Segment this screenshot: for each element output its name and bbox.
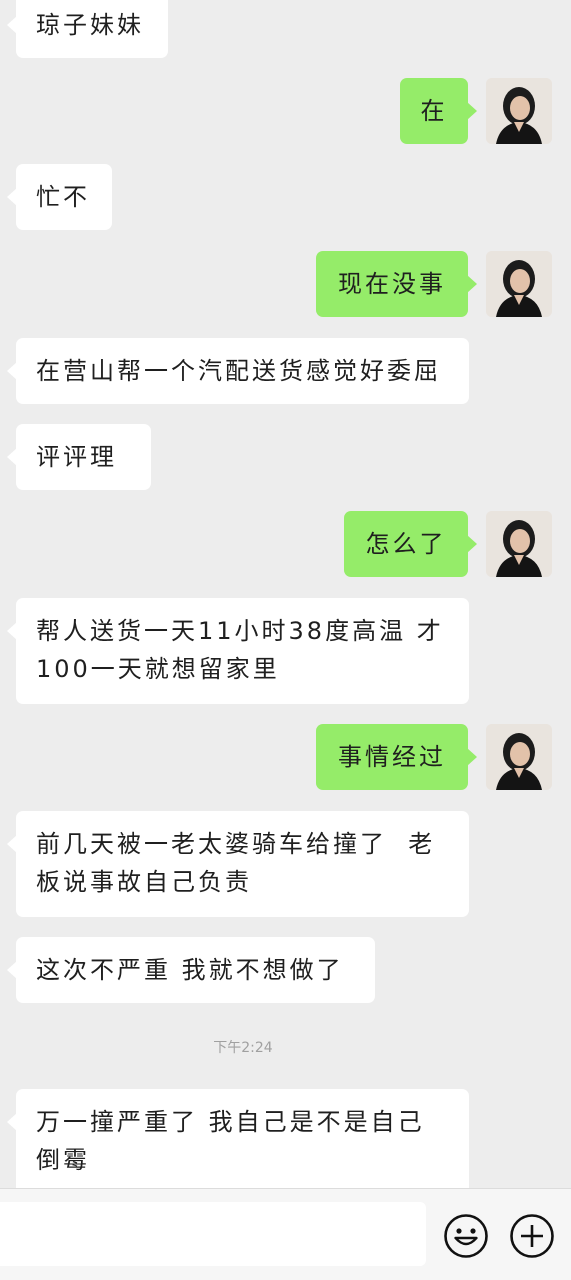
message-text: 万一撞严重了 我自己是不是自己 倒霉 bbox=[36, 1108, 425, 1174]
outgoing-message-bubble[interactable]: 在 bbox=[400, 78, 477, 144]
user-avatar[interactable] bbox=[486, 251, 552, 317]
user-avatar[interactable] bbox=[486, 511, 552, 577]
outgoing-message-bubble[interactable]: 怎么了 bbox=[344, 511, 477, 577]
message-text: 事情经过 bbox=[338, 743, 446, 771]
message-input[interactable] bbox=[0, 1202, 426, 1266]
incoming-message-bubble[interactable]: 忙不 bbox=[7, 164, 112, 230]
message-text: 忙不 bbox=[36, 183, 90, 211]
message-timestamp: 下午2:24 bbox=[213, 1040, 273, 1056]
incoming-message-bubble[interactable]: 评评理 bbox=[7, 424, 151, 490]
message-text: 怎么了 bbox=[365, 530, 447, 558]
incoming-message-bubble[interactable]: 琼子妹妹 bbox=[7, 0, 168, 58]
plus-circle-icon[interactable] bbox=[509, 1213, 555, 1259]
incoming-message-bubble[interactable]: 这次不严重 我就不想做了 bbox=[7, 937, 375, 1003]
avatar-photo-icon bbox=[486, 724, 552, 790]
emoji-smiley-icon[interactable] bbox=[443, 1213, 489, 1259]
message-text: 评评理 bbox=[36, 443, 117, 471]
incoming-message-bubble[interactable]: 帮人送货一天11小时38度高温 才 100一天就想留家里 bbox=[7, 598, 469, 704]
incoming-message-bubble[interactable]: 万一撞严重了 我自己是不是自己 倒霉 bbox=[7, 1089, 469, 1188]
message-text: 现在没事 bbox=[338, 270, 446, 298]
message-text: 这次不严重 我就不想做了 bbox=[36, 956, 344, 984]
user-avatar[interactable] bbox=[486, 724, 552, 790]
message-text: 琼子妹妹 bbox=[36, 11, 144, 39]
incoming-message-bubble[interactable]: 在营山帮一个汽配送货感觉好委屈 bbox=[7, 338, 469, 404]
message-text: 在 bbox=[420, 97, 448, 125]
message-text: 帮人送货一天11小时38度高温 才 100一天就想留家里 bbox=[36, 617, 444, 683]
incoming-message-bubble[interactable]: 前几天被一老太婆骑车给撞了 老 板说事故自己负责 bbox=[7, 811, 469, 917]
chat-input-toolbar bbox=[0, 1188, 571, 1280]
avatar-photo-icon bbox=[486, 78, 552, 144]
outgoing-message-bubble[interactable]: 事情经过 bbox=[316, 724, 477, 790]
chat-message-area[interactable]: 琼子妹妹 在 忙不 现在没事 在营山帮一个汽配送货感觉好委屈 评评理 怎么了 帮… bbox=[0, 0, 571, 1188]
outgoing-message-bubble[interactable]: 现在没事 bbox=[316, 251, 477, 317]
message-text: 在营山帮一个汽配送货感觉好委屈 bbox=[36, 357, 441, 385]
user-avatar[interactable] bbox=[486, 78, 552, 144]
message-text: 前几天被一老太婆骑车给撞了 老 板说事故自己负责 bbox=[36, 830, 436, 896]
avatar-photo-icon bbox=[486, 511, 552, 577]
avatar-photo-icon bbox=[486, 251, 552, 317]
